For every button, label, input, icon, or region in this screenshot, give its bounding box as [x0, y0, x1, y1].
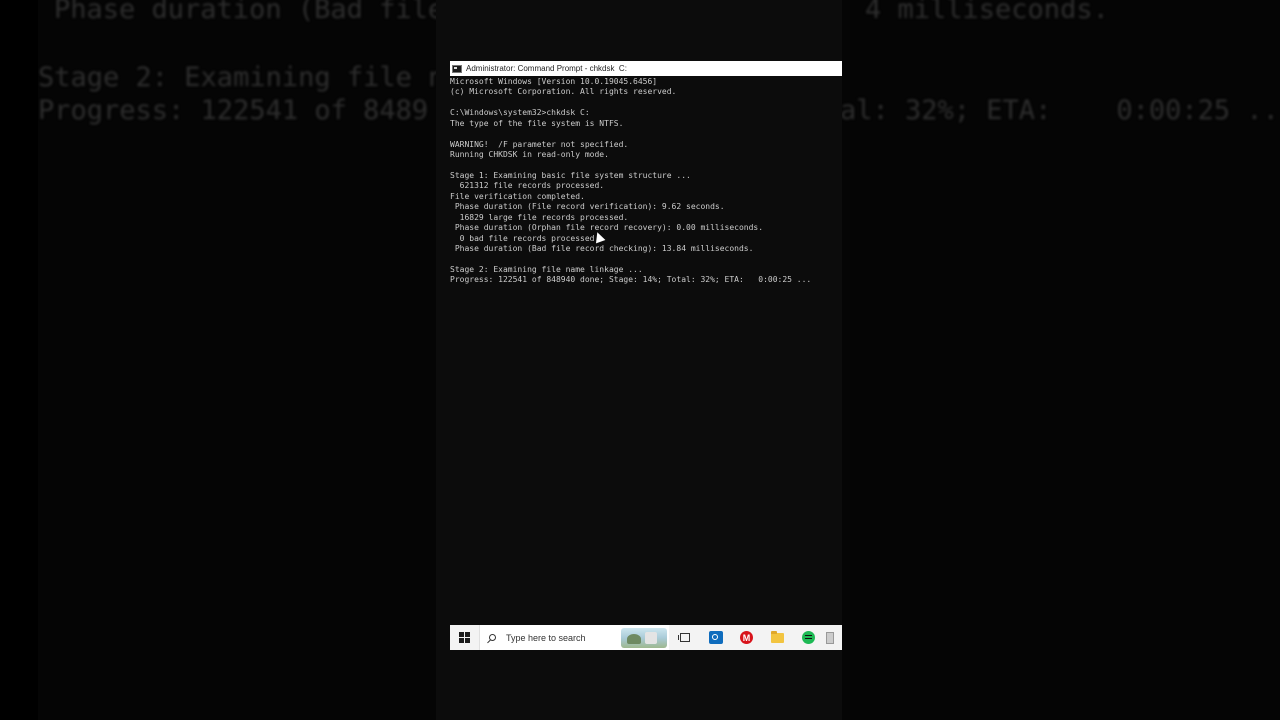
search-highlight-image: [621, 628, 667, 648]
title-bar[interactable]: Administrator: Command Prompt - chkdsk C…: [450, 61, 842, 76]
bg-line-3-right: al: 32%; ETA: 0:00:25 ...: [840, 95, 1280, 126]
taskbar-search-box[interactable]: Type here to search: [479, 625, 669, 650]
console-line: File verification completed.: [450, 191, 585, 201]
taskbar: Type here to search M: [450, 625, 842, 650]
mcafee-icon: M: [740, 631, 753, 644]
console-line: Phase duration (Bad file record checking…: [450, 244, 754, 253]
file-explorer-icon: [771, 630, 784, 643]
console-line: Microsoft Windows [Version 10.0.19045.64…: [450, 77, 658, 86]
spotify-icon: [802, 631, 815, 644]
spotify-button[interactable]: [793, 625, 824, 650]
console-line: Stage 1: Examining basic file system str…: [450, 170, 691, 180]
command-prompt-icon: [452, 64, 462, 73]
bg-line-1-right: 4 milliseconds.: [865, 0, 1109, 25]
app-button[interactable]: [824, 625, 836, 650]
mcafee-button[interactable]: M: [731, 625, 762, 650]
console-line: Phase duration (Orphan file record recov…: [450, 223, 764, 233]
bg-line-3: Progress: 122541 of 8489: [38, 95, 429, 126]
app-icon: [826, 631, 834, 644]
window-title: Administrator: Command Prompt - chkdsk C…: [466, 64, 627, 73]
console-line: The type of the file system is NTFS.: [450, 118, 624, 128]
console-line: 0 bad file records processed.: [450, 233, 600, 243]
console-line: WARNING! /F parameter not specified.: [450, 139, 629, 149]
console-line: (c) Microsoft Corporation. All rights re…: [450, 87, 677, 97]
start-button[interactable]: [450, 625, 479, 650]
task-view-button[interactable]: [669, 625, 700, 650]
console-line: Progress: 122541 of 848940 done; Stage: …: [450, 275, 812, 285]
outlook-button[interactable]: [700, 625, 731, 650]
console-line: 16829 large file records processed.: [450, 212, 629, 222]
bg-line-1: Phase duration (Bad file: [54, 0, 445, 25]
console-line: C:\Windows\system32>chkdsk C:: [450, 108, 590, 118]
file-explorer-button[interactable]: [762, 625, 793, 650]
outlook-icon: [708, 631, 723, 644]
search-icon: [489, 634, 496, 641]
windows-start-icon: [459, 632, 470, 643]
command-prompt-window[interactable]: Administrator: Command Prompt - chkdsk C…: [450, 61, 842, 651]
console-line: Phase duration (File record verification…: [450, 202, 725, 212]
console-line: 621312 file records processed.: [450, 181, 605, 191]
bg-line-2: Stage 2: Examining file n: [38, 62, 445, 93]
console-output[interactable]: Microsoft Windows [Version 10.0.19045.64…: [450, 77, 842, 622]
search-placeholder: Type here to search: [506, 632, 586, 643]
task-view-icon: [677, 633, 690, 642]
console-line: Running CHKDSK in read-only mode.: [450, 150, 609, 160]
console-line: Stage 2: Examining file name linkage ...: [450, 264, 643, 274]
bg-edge: [0, 0, 38, 720]
